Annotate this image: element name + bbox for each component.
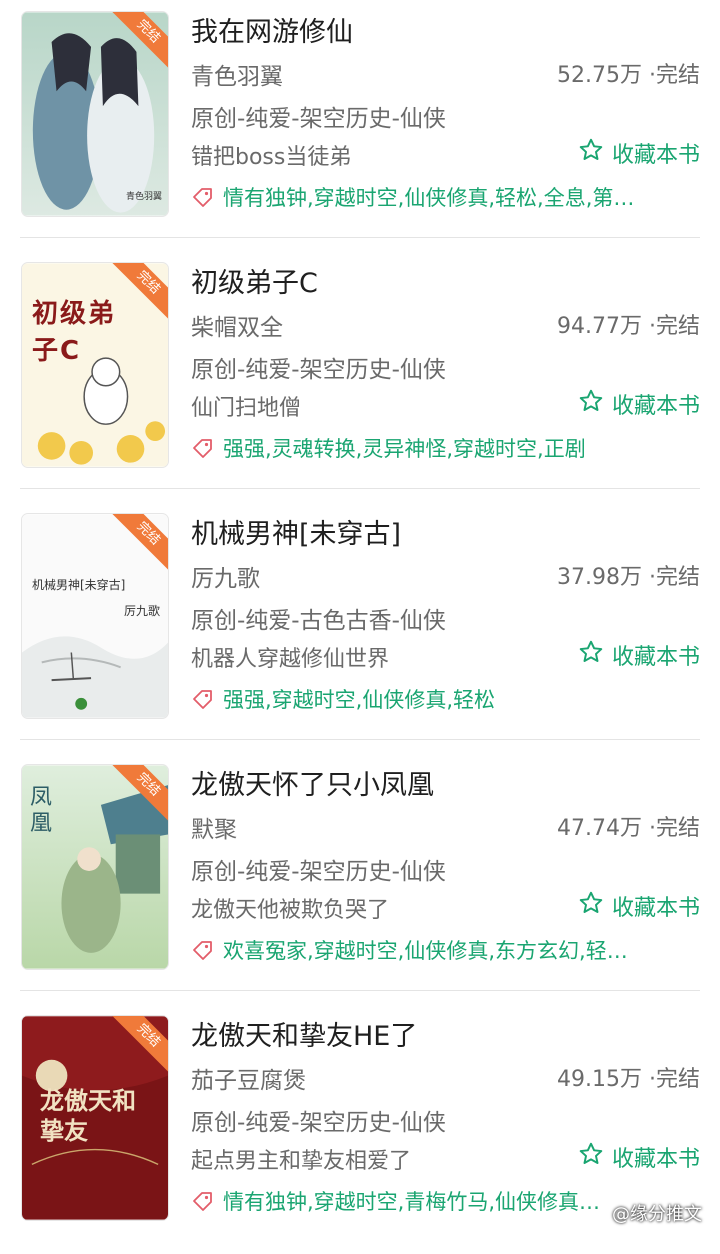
star-icon [578, 388, 604, 420]
divider [20, 237, 700, 238]
divider [20, 488, 700, 489]
book-stats: 94.77万 ·完结 [557, 314, 700, 339]
book-stats: 47.74万 ·完结 [557, 816, 700, 841]
star-icon [578, 137, 604, 169]
book-title[interactable]: 龙傲天和挚友HE了 [191, 1014, 417, 1053]
book-category: 原创-纯爱-架空历史-仙侠 [191, 1110, 446, 1136]
tag-row: 强强,穿越时空,仙侠修真,轻松 [191, 684, 701, 714]
star-icon [578, 1141, 604, 1173]
book-category: 原创-纯爱-架空历史-仙侠 [191, 106, 446, 132]
book-author[interactable]: 青色羽翼 [191, 57, 283, 91]
book-title[interactable]: 初级弟子C [191, 261, 318, 300]
book-item[interactable]: 完结 凤凰 龙傲天怀了只小凤凰 默聚 47.74万 ·完结 原创-纯爱-架空历史… [0, 753, 720, 1003]
book-stats: 52.75万 ·完结 [557, 63, 700, 88]
cover-caption: 初级弟子C [32, 299, 117, 366]
star-icon [578, 890, 604, 922]
book-description: 龙傲天他被欺负哭了 [191, 898, 390, 923]
tag-row: 情有独钟,穿越时空,青梅竹马,仙侠修真… [191, 1186, 611, 1216]
favorite-button[interactable]: 收藏本书 [578, 137, 700, 169]
watermark: @缘分推文 [612, 1204, 702, 1225]
book-category: 原创-纯爱-架空历史-仙侠 [191, 357, 446, 383]
tag-icon [191, 436, 215, 460]
tag-list[interactable]: 强强,穿越时空,仙侠修真,轻松 [223, 684, 701, 714]
tag-list[interactable]: 情有独钟,穿越时空,仙侠修真,轻松,全息,第… [223, 182, 701, 212]
book-stats: 49.15万 ·完结 [557, 1067, 700, 1092]
divider [20, 739, 700, 740]
book-author[interactable]: 茄子豆腐煲 [191, 1061, 306, 1095]
book-cover[interactable]: 完结 凤凰 [21, 764, 169, 970]
book-description: 仙门扫地僧 [191, 396, 302, 421]
favorite-button[interactable]: 收藏本书 [578, 1141, 700, 1173]
star-icon [578, 639, 604, 671]
favorite-label: 收藏本书 [611, 1147, 700, 1172]
tag-icon [191, 1189, 215, 1213]
book-description: 错把boss当徒弟 [191, 145, 352, 170]
favorite-label: 收藏本书 [611, 896, 700, 921]
tag-icon [191, 185, 215, 209]
book-cover[interactable]: 完结 青色羽翼 [21, 11, 169, 217]
favorite-label: 收藏本书 [611, 143, 700, 168]
book-author[interactable]: 柴帽双全 [191, 308, 283, 342]
divider [20, 990, 700, 991]
book-cover[interactable]: 完结 机械男神[未穿古] 厉九歌 [21, 513, 169, 719]
favorite-label: 收藏本书 [611, 394, 700, 419]
tag-list[interactable]: 情有独钟,穿越时空,青梅竹马,仙侠修真… [223, 1186, 611, 1216]
cover-author: 厉九歌 [124, 604, 161, 618]
book-title[interactable]: 龙傲天怀了只小凤凰 [191, 763, 434, 802]
cover-caption: 青色羽翼 [125, 192, 162, 202]
book-cover[interactable]: 完结 龙傲天和挚友 [21, 1015, 169, 1221]
tag-row: 强强,灵魂转换,灵异神怪,穿越时空,正剧 [191, 433, 701, 463]
book-title[interactable]: 我在网游修仙 [191, 10, 353, 49]
tag-list[interactable]: 强强,灵魂转换,灵异神怪,穿越时空,正剧 [223, 433, 701, 463]
book-stats: 37.98万 ·完结 [557, 565, 700, 590]
cover-caption: 凤凰 [30, 785, 53, 836]
cover-caption: 龙傲天和挚友 [40, 1087, 136, 1145]
tag-row: 欢喜冤家,穿越时空,仙侠修真,东方玄幻,轻… [191, 935, 701, 965]
book-item[interactable]: 完结 青色羽翼 我在网游修仙 青色羽翼 52.75万 ·完结 原创-纯爱-架空历… [0, 0, 720, 250]
book-description: 机器人穿越修仙世界 [191, 647, 390, 672]
favorite-button[interactable]: 收藏本书 [578, 890, 700, 922]
book-author[interactable]: 厉九歌 [191, 559, 260, 593]
tag-icon [191, 938, 215, 962]
book-item[interactable]: 完结 初级弟子C 初级弟子C 柴帽双全 94.77万 ·完结 原创-纯爱-架空历… [0, 251, 720, 501]
tag-icon [191, 687, 215, 711]
book-category: 原创-纯爱-古色古香-仙侠 [191, 608, 446, 634]
book-item[interactable]: 完结 机械男神[未穿古] 厉九歌 机械男神[未穿古] 厉九歌 37.98万 ·完… [0, 502, 720, 752]
favorite-button[interactable]: 收藏本书 [578, 639, 700, 671]
book-title[interactable]: 机械男神[未穿古] [191, 512, 401, 551]
cover-caption: 机械男神[未穿古] [32, 578, 126, 592]
tag-row: 情有独钟,穿越时空,仙侠修真,轻松,全息,第… [191, 182, 701, 212]
book-description: 起点男主和挚友相爱了 [191, 1149, 412, 1174]
book-author[interactable]: 默聚 [191, 810, 237, 844]
book-category: 原创-纯爱-架空历史-仙侠 [191, 859, 446, 885]
favorite-button[interactable]: 收藏本书 [578, 388, 700, 420]
favorite-label: 收藏本书 [611, 645, 700, 670]
book-cover[interactable]: 完结 初级弟子C [21, 262, 169, 468]
tag-list[interactable]: 欢喜冤家,穿越时空,仙侠修真,东方玄幻,轻… [223, 935, 701, 965]
